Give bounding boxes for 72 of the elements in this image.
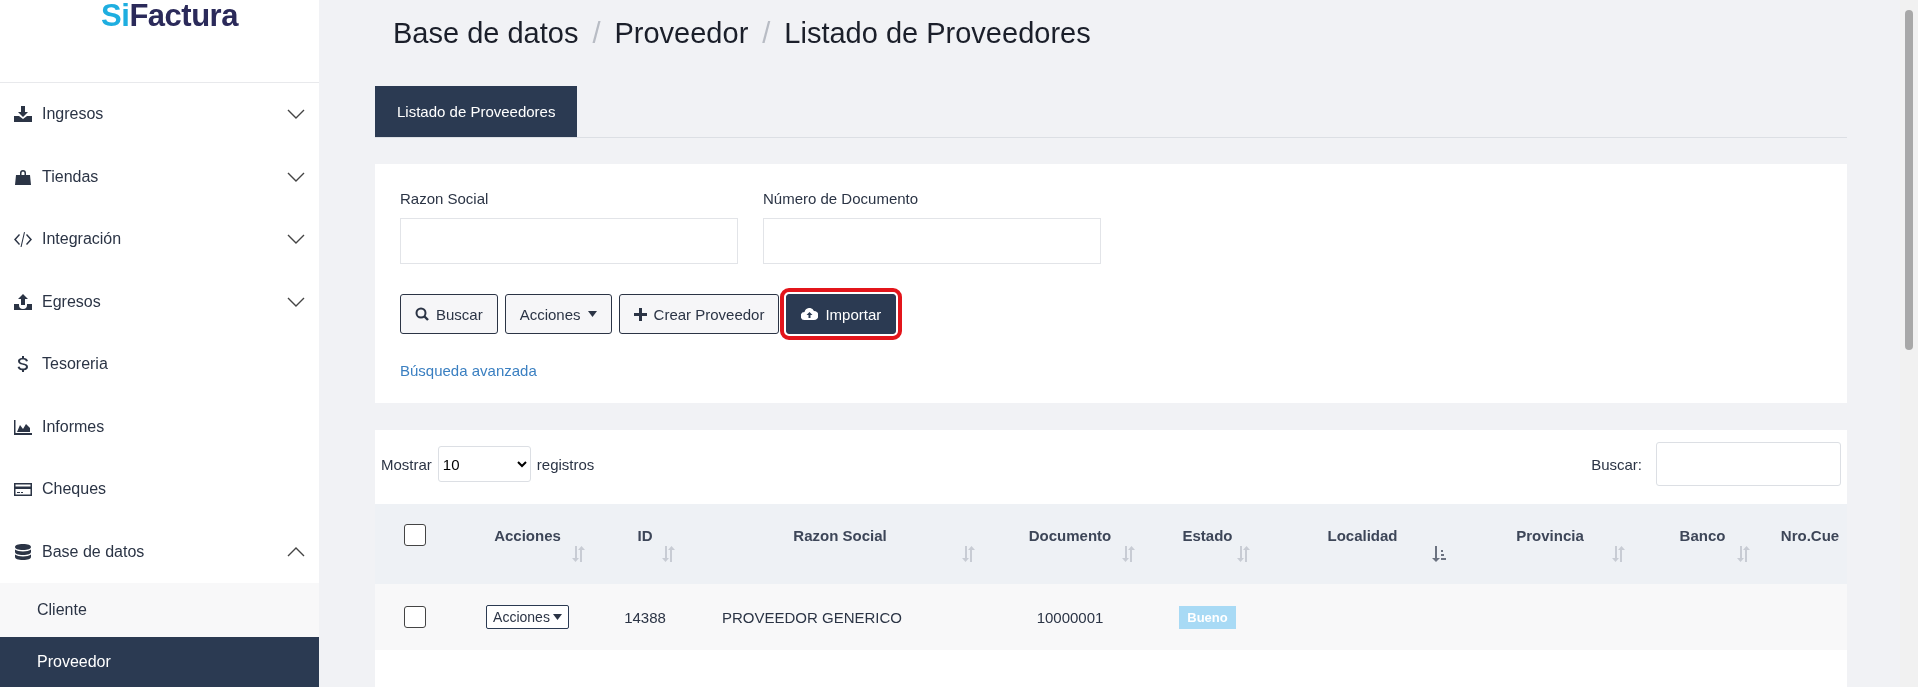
- field-label: Número de Documento: [763, 190, 920, 207]
- sort-icon: [962, 546, 976, 562]
- row-actions-button[interactable]: Acciones: [486, 605, 569, 629]
- breadcrumb-separator: /: [592, 16, 601, 50]
- database-icon: [14, 543, 32, 560]
- column-header[interactable]: Documento: [1028, 526, 1112, 544]
- sort-icon: [1237, 546, 1251, 562]
- checkbox[interactable]: [404, 606, 426, 628]
- input-field[interactable]: [400, 218, 738, 264]
- table-cell: PROVEEDOR GENERICO: [722, 608, 903, 626]
- length-label: registros: [536, 455, 595, 473]
- status-badge: Bueno: [1179, 605, 1236, 629]
- scrollbar[interactable]: [1900, 0, 1918, 687]
- area-chart-icon: [14, 418, 32, 435]
- length-label: Mostrar: [381, 455, 432, 473]
- code-icon: [14, 231, 32, 248]
- shopping-bag-icon: [14, 168, 32, 185]
- search-field[interactable]: [1656, 442, 1841, 486]
- search-icon: [415, 307, 429, 321]
- chevron-up-icon: [287, 546, 305, 557]
- logo: SiFactura: [101, 0, 238, 34]
- cloud-upload-icon: [801, 308, 819, 320]
- sidebar-subitem[interactable]: Cliente: [0, 583, 319, 637]
- breadcrumb-item[interactable]: Base de datos: [393, 16, 579, 50]
- breadcrumb-separator: /: [762, 16, 771, 50]
- column-header[interactable]: Nro.Cue: [1780, 526, 1840, 544]
- sort-icon: [662, 546, 676, 562]
- field-label: Razon Social: [400, 190, 490, 207]
- sort-icon: [572, 546, 586, 562]
- column-header[interactable]: Estado: [1182, 526, 1233, 544]
- sidebar-item[interactable]: Ingresos: [0, 83, 319, 146]
- dropdown-button[interactable]: Acciones: [504, 294, 612, 334]
- caret-icon: [552, 614, 562, 620]
- upload-tray-icon: [14, 293, 32, 310]
- table-cell: 14388: [624, 608, 666, 626]
- page-length-select[interactable]: 10: [437, 446, 531, 482]
- checkbox[interactable]: [404, 524, 426, 546]
- column-header[interactable]: Banco: [1679, 526, 1726, 544]
- tab[interactable]: Listado de Proveedores: [375, 86, 578, 137]
- advanced-search-link[interactable]: Búsqueda avanzada: [400, 362, 537, 379]
- sidebar-item[interactable]: Tesoreria: [0, 333, 319, 396]
- chevron-down-icon: [287, 109, 305, 120]
- sidebar-item[interactable]: Informes: [0, 395, 319, 458]
- sidebar-item[interactable]: Base de datos: [0, 520, 319, 583]
- input-field[interactable]: [763, 218, 1101, 264]
- sort-icon: [1612, 546, 1626, 562]
- caret-icon: [587, 311, 597, 317]
- column-header[interactable]: Razon Social: [793, 526, 887, 544]
- breadcrumb-item: Listado de Proveedores: [784, 16, 1091, 50]
- action-button[interactable]: Crear Proveedor: [618, 294, 780, 334]
- chevron-down-icon: [287, 171, 305, 182]
- sidebar-item[interactable]: Egresos: [0, 270, 319, 333]
- download-tray-icon: [14, 106, 32, 123]
- chevron-down-icon: [287, 296, 305, 307]
- breadcrumb-item[interactable]: Proveedor: [614, 16, 749, 50]
- sidebar-item[interactable]: Cheques: [0, 458, 319, 521]
- chevron-down-icon: [287, 234, 305, 245]
- table-cell: 10000001: [1036, 608, 1104, 626]
- plus-icon: [633, 307, 647, 321]
- search-label: Buscar:: [1591, 455, 1642, 473]
- action-button[interactable]: Buscar: [400, 294, 498, 334]
- sort-icon: [1122, 546, 1136, 562]
- credit-card-icon: [14, 481, 32, 498]
- column-header[interactable]: Provincia: [1516, 526, 1584, 544]
- column-header[interactable]: ID: [637, 526, 653, 544]
- sidebar-item[interactable]: Tiendas: [0, 145, 319, 208]
- sort-icon: [1737, 546, 1751, 562]
- sidebar-subitem[interactable]: Proveedor: [0, 637, 319, 687]
- column-header[interactable]: Acciones: [494, 526, 561, 544]
- sidebar-item[interactable]: Integración: [0, 208, 319, 271]
- sort-icon: [1432, 546, 1446, 562]
- column-header[interactable]: Localidad: [1327, 526, 1398, 544]
